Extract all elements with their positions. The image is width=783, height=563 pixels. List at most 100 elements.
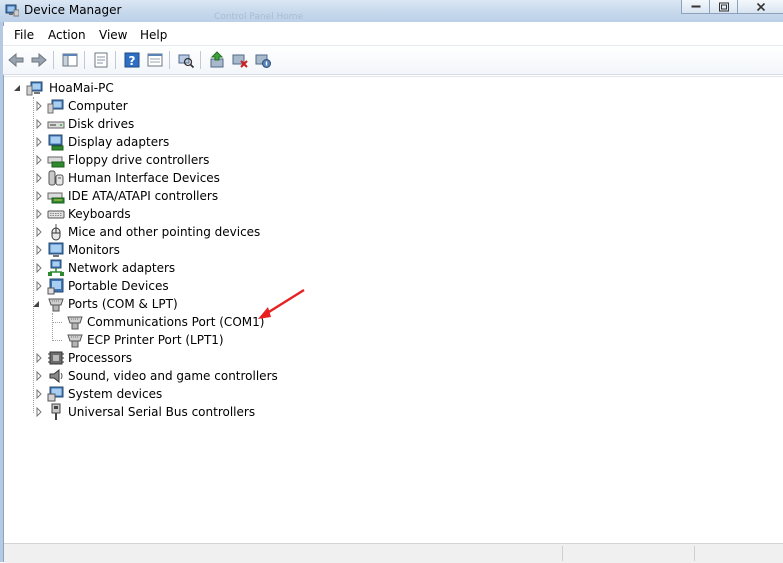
expand-arrow-icon[interactable] [35, 137, 43, 147]
tree-item-label: Universal Serial Bus controllers [68, 405, 256, 419]
annotation-arrow [258, 288, 305, 319]
device-manager-icon [5, 4, 19, 17]
port-icon [67, 334, 83, 348]
tree-item-label: Sound, video and game controllers [68, 369, 278, 383]
tree-item-display-adapters[interactable]: Display adapters [33, 133, 333, 151]
tree-item-label: Mice and other pointing devices [68, 225, 261, 239]
close-button[interactable] [737, 0, 783, 14]
tree-item-label: Human Interface Devices [68, 171, 220, 185]
tree-item-human-interface-devices[interactable]: Human Interface Devices [33, 169, 333, 187]
display-adapter-icon [48, 134, 64, 151]
monitor-icon [48, 242, 64, 257]
toolbar-separator [53, 51, 54, 69]
back-icon[interactable] [7, 51, 25, 69]
update-driver-icon[interactable] [208, 51, 226, 69]
expand-arrow-icon[interactable] [35, 101, 43, 111]
system-device-icon [47, 386, 64, 402]
expand-arrow-icon[interactable] [35, 353, 43, 363]
status-pane [694, 546, 695, 561]
menu-help[interactable]: Help [140, 28, 167, 42]
expand-arrow-icon[interactable] [35, 389, 43, 399]
ide-controller-icon [47, 192, 65, 204]
expand-arrow-icon[interactable] [35, 281, 43, 291]
tree-item-label: Ports (COM & LPT) [68, 297, 178, 311]
maximize-button[interactable] [709, 0, 738, 14]
expand-arrow-icon[interactable] [35, 245, 43, 255]
tree-item-keyboards[interactable]: Keyboards [33, 205, 333, 223]
tree-item-monitors[interactable]: Monitors [33, 241, 333, 259]
tree-item-com1-port[interactable]: Communications Port (COM1) [62, 313, 362, 331]
expand-arrow-icon[interactable] [35, 209, 43, 219]
minimize-button[interactable] [681, 0, 710, 14]
tree-item-system-devices[interactable]: System devices [33, 385, 333, 403]
sound-icon [49, 368, 63, 384]
computer-icon [47, 99, 64, 114]
tree-guide-line [52, 340, 62, 341]
menu-file[interactable]: File [14, 28, 34, 42]
tree-item-usb-controllers[interactable]: Universal Serial Bus controllers [33, 403, 333, 421]
expand-arrow-icon[interactable] [35, 263, 43, 273]
tree-guide-line [52, 322, 62, 323]
hid-icon [48, 170, 64, 186]
tree-item-mice[interactable]: Mice and other pointing devices [33, 223, 333, 241]
tree-item-label: Communications Port (COM1) [87, 315, 265, 329]
collapse-arrow-icon[interactable] [33, 299, 41, 309]
tree-root[interactable]: HoaMai-PC [14, 79, 214, 97]
uninstall-icon[interactable] [231, 51, 249, 69]
disk-drive-icon [47, 121, 65, 129]
collapse-arrow-icon[interactable] [14, 83, 22, 93]
menu-action[interactable]: Action [48, 28, 86, 42]
toolbar: ? [3, 46, 783, 75]
tree-item-label: Floppy drive controllers [68, 153, 210, 167]
processor-icon [48, 351, 64, 365]
port-icon [67, 316, 83, 330]
window-title: Device Manager [24, 3, 122, 17]
tree-item-disk-drives[interactable]: Disk drives [33, 115, 333, 133]
disable-device-icon[interactable] [254, 51, 272, 69]
close-icon [756, 2, 766, 11]
tree-item-network-adapters[interactable]: Network adapters [33, 259, 333, 277]
floppy-controller-icon [47, 156, 65, 168]
tree-guide-line [52, 313, 53, 341]
show-view-icon[interactable] [146, 51, 164, 69]
properties-icon[interactable] [92, 51, 110, 69]
tree-item-label: Disk drives [68, 117, 135, 131]
usb-icon [51, 403, 61, 420]
tree-item-label: IDE ATA/ATAPI controllers [68, 189, 219, 203]
keyboard-icon [47, 210, 65, 219]
tree-item-sound-video-game[interactable]: Sound, video and game controllers [33, 367, 333, 385]
tree-item-ide-controllers[interactable]: IDE ATA/ATAPI controllers [33, 187, 333, 205]
status-pane [562, 546, 563, 561]
scan-hardware-icon[interactable] [177, 51, 195, 69]
expand-arrow-icon[interactable] [35, 371, 43, 381]
tree-item-processors[interactable]: Processors [33, 349, 333, 367]
menu-view[interactable]: View [99, 28, 127, 42]
expand-arrow-icon[interactable] [35, 407, 43, 417]
tree-item-computer[interactable]: Computer [33, 97, 333, 115]
expand-arrow-icon[interactable] [35, 173, 43, 183]
menu-bar: File Action View Help [3, 26, 783, 46]
forward-icon[interactable] [30, 51, 48, 69]
help-icon[interactable]: ? [123, 51, 141, 69]
show-hide-console-tree-icon[interactable] [61, 51, 79, 69]
computer-icon [26, 81, 43, 96]
tree-item-floppy-controllers[interactable]: Floppy drive controllers [33, 151, 333, 169]
toolbar-separator [84, 51, 85, 69]
expand-arrow-icon[interactable] [35, 191, 43, 201]
tree-item-label: ECP Printer Port (LPT1) [87, 333, 224, 347]
network-adapter-icon [48, 259, 64, 276]
tree-item-label: Monitors [68, 243, 120, 257]
port-icon [48, 298, 64, 312]
tree-item-label: System devices [68, 387, 163, 401]
expand-arrow-icon[interactable] [35, 119, 43, 129]
tree-root-label: HoaMai-PC [49, 81, 114, 95]
tree-item-label: Computer [68, 99, 128, 113]
mouse-icon [51, 224, 61, 241]
expand-arrow-icon[interactable] [35, 227, 43, 237]
tree-item-lpt1-port[interactable]: ECP Printer Port (LPT1) [62, 331, 362, 349]
device-tree[interactable]: HoaMai-PC Computer Disk drives Display a… [4, 76, 783, 543]
tree-item-label: Processors [68, 351, 133, 365]
toolbar-separator [169, 51, 170, 69]
minimize-icon [691, 5, 700, 7]
expand-arrow-icon[interactable] [35, 155, 43, 165]
